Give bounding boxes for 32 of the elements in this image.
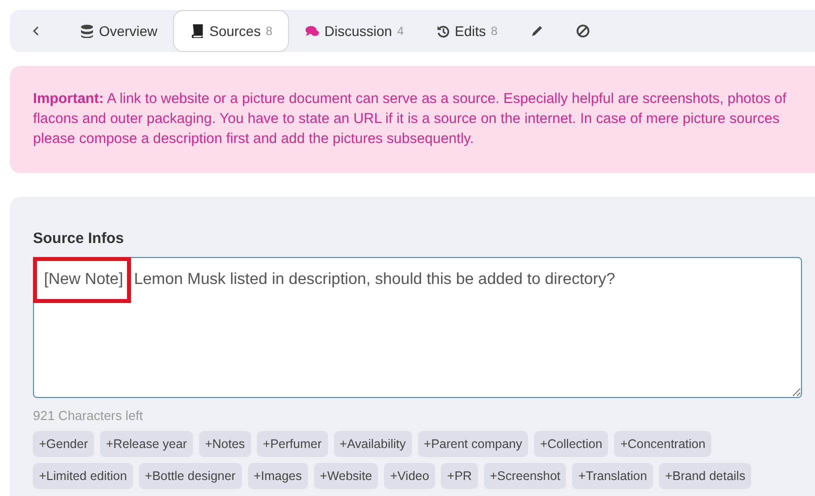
add-field-tag[interactable]: +Brand details bbox=[659, 462, 752, 488]
field-label: Source Infos bbox=[33, 229, 125, 249]
add-field-tag[interactable]: +Limited edition bbox=[33, 462, 133, 488]
tab[interactable]: Sources 8 bbox=[173, 10, 290, 52]
add-field-tag[interactable]: +Perfumer bbox=[256, 430, 328, 456]
pencil-icon bbox=[530, 24, 544, 38]
add-field-tag[interactable]: +Release year bbox=[100, 430, 193, 456]
add-field-tag[interactable]: +Gender bbox=[33, 430, 94, 456]
add-field-tag[interactable]: +Concentration bbox=[614, 430, 712, 456]
add-field-tag[interactable]: +Notes bbox=[198, 430, 251, 456]
book-icon bbox=[190, 24, 204, 38]
history-icon bbox=[436, 24, 450, 38]
add-field-tag[interactable]: +Images bbox=[248, 462, 308, 488]
tab[interactable]: Discussion 4 bbox=[289, 10, 420, 52]
add-field-tag[interactable]: +Availability bbox=[334, 430, 412, 456]
add-field-tag[interactable]: +Video bbox=[384, 462, 436, 488]
notice-text: Important: A link to website or a picture document can serve as a source. Especially helpful are screenshots, photos of flacons and outer packaging. You have to state an URL if it is a source on the internet. In case of mere picture sources please compose a description first and add the pictures subsequently. bbox=[10, 66, 815, 173]
tab[interactable]: Overview bbox=[64, 10, 174, 52]
add-field-tag[interactable]: +Collection bbox=[534, 430, 608, 456]
ban-icon bbox=[576, 24, 590, 38]
add-field-tag[interactable]: +PR bbox=[441, 462, 478, 488]
tab[interactable]: Edits 8 bbox=[420, 10, 514, 52]
database-icon bbox=[80, 24, 94, 38]
add-field-tag[interactable]: +Bottle designer bbox=[138, 462, 242, 488]
add-field-tag[interactable]: +Translation bbox=[572, 462, 654, 488]
add-field-tag[interactable]: +Screenshot bbox=[484, 462, 566, 488]
add-field-tag[interactable]: +Website bbox=[314, 462, 378, 488]
add-field-tag[interactable]: +Parent company bbox=[418, 430, 528, 456]
characters-left-text: 921 Characters left bbox=[33, 406, 144, 424]
chat-icon bbox=[305, 24, 320, 38]
chevron-left-icon bbox=[32, 25, 40, 37]
note-tag-text: [New Note] bbox=[44, 270, 124, 290]
